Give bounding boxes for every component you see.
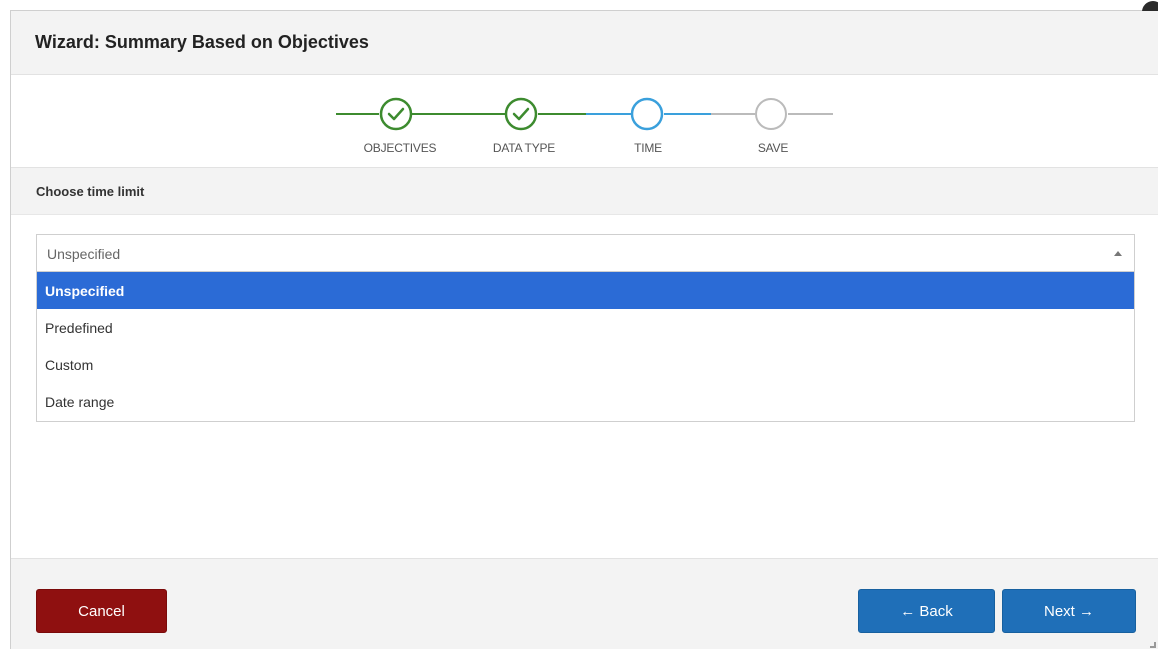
time-limit-select[interactable]: Unspecified: [36, 234, 1135, 272]
step-save-pending-icon: [755, 98, 787, 130]
back-button[interactable]: ← Back: [858, 589, 995, 633]
step-time-current-icon: [630, 97, 664, 131]
wizard-stepper: OBJECTIVES DATA TYPE TIME SAVE: [11, 75, 1158, 167]
wizard-dialog: Wizard: Summary Based on Objectives OBJE…: [10, 1, 1158, 649]
step-label-save: SAVE: [757, 141, 789, 155]
dialog-titlebar: Wizard: Summary Based on Objectives: [11, 11, 1158, 75]
step-objectives-check-icon[interactable]: [379, 97, 413, 131]
step-label-data-type[interactable]: DATA TYPE: [493, 141, 555, 155]
time-limit-dropdown-list: Unspecified Predefined Custom Date range: [36, 272, 1135, 422]
cancel-button[interactable]: Cancel: [36, 589, 167, 633]
step-data-type-check-icon[interactable]: [504, 97, 538, 131]
caret-up-icon: [1114, 251, 1122, 256]
option-date-range[interactable]: Date range: [37, 383, 1134, 420]
stepper-track: [336, 97, 833, 131]
dialog-footer: Cancel ← Back Next →: [11, 558, 1158, 649]
dialog-title: Wizard: Summary Based on Objectives: [35, 32, 369, 52]
option-custom[interactable]: Custom: [37, 346, 1134, 383]
resize-grip-icon[interactable]: [1150, 642, 1156, 648]
option-unspecified[interactable]: Unspecified: [37, 272, 1134, 309]
next-button[interactable]: Next →: [1002, 589, 1136, 633]
option-predefined[interactable]: Predefined: [37, 309, 1134, 346]
step-label-objectives[interactable]: OBJECTIVES: [364, 141, 437, 155]
step-label-time: TIME: [634, 141, 662, 155]
section-heading: Choose time limit: [36, 184, 145, 199]
select-current-value: Unspecified: [47, 246, 121, 262]
section-header: Choose time limit: [11, 167, 1158, 215]
